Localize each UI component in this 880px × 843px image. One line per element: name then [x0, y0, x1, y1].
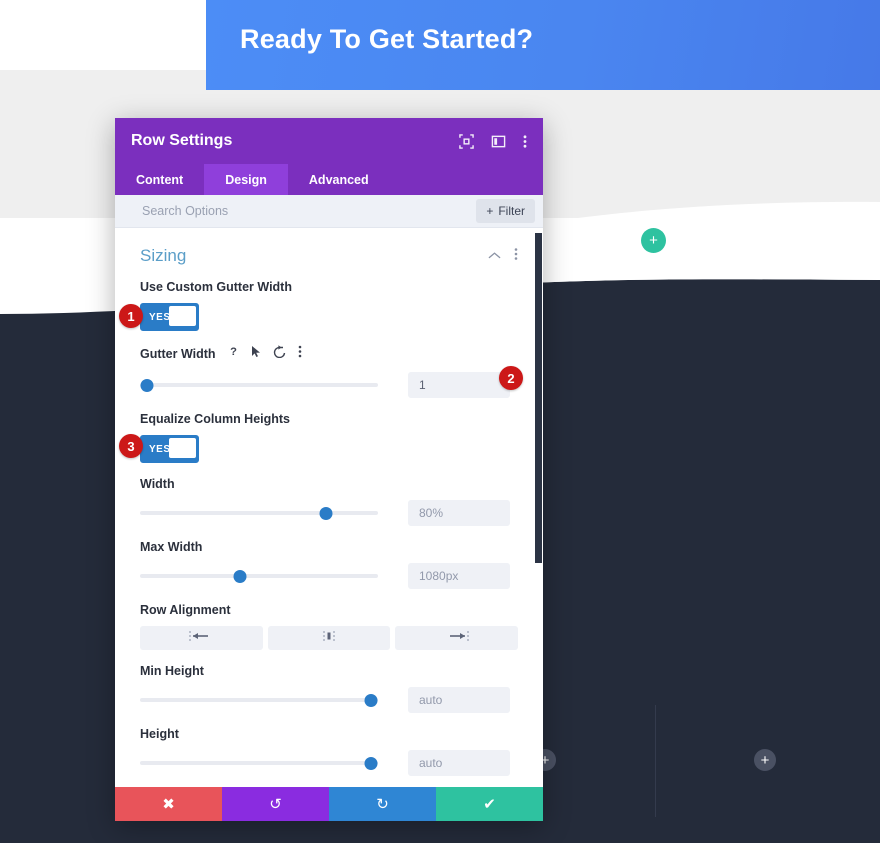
row-align-center-button[interactable] [267, 626, 391, 650]
reset-icon[interactable] [273, 345, 287, 363]
annotation-badge-1: 1 [119, 304, 143, 328]
modal-header: Row Settings [115, 118, 543, 164]
slider-track [140, 698, 378, 702]
align-left-icon [188, 629, 214, 647]
field-height: Height auto [140, 727, 518, 776]
close-icon: ✖ [162, 796, 175, 813]
toggle-state-label: YES [149, 443, 171, 455]
pointer-icon[interactable] [251, 345, 262, 363]
kebab-menu-icon[interactable] [298, 345, 302, 363]
field-label: Height [140, 727, 179, 741]
field-width: Width 80% [140, 477, 518, 526]
equalize-column-heights-toggle[interactable]: YES [140, 435, 199, 463]
align-right-icon [444, 629, 470, 647]
kebab-menu-icon[interactable] [514, 247, 518, 266]
panel-layout-icon[interactable] [491, 134, 506, 149]
min-height-value-input[interactable]: auto [408, 687, 510, 713]
tab-design[interactable]: Design [204, 164, 288, 195]
slider-track [140, 761, 378, 765]
slider-track [140, 383, 378, 387]
help-icon[interactable]: ? [227, 345, 240, 363]
toggle-state-label: YES [149, 311, 171, 323]
slider-knob[interactable] [140, 378, 154, 392]
field-row-alignment: Row Alignment [140, 603, 519, 650]
hero-banner: Ready To Get Started? [206, 0, 880, 90]
field-label: Use Custom Gutter Width [140, 280, 292, 294]
svg-text:?: ? [230, 346, 237, 358]
tab-advanced[interactable]: Advanced [288, 164, 390, 195]
use-custom-gutter-width-toggle[interactable]: YES [140, 303, 199, 331]
save-button[interactable]: ✔ [436, 787, 543, 821]
slider-knob[interactable] [319, 506, 333, 520]
field-label: Equalize Column Heights [140, 412, 291, 426]
modal-scrollbar-track[interactable] [534, 228, 543, 787]
slider-knob[interactable] [364, 693, 378, 707]
plus-icon: + [649, 232, 658, 249]
undo-icon: ↺ [269, 796, 282, 813]
annotation-badge-3: 3 [119, 434, 143, 458]
slider-knob[interactable] [233, 569, 247, 583]
row-settings-modal: Row Settings Content Design Advanced Sea… [115, 118, 543, 821]
column-divider [655, 705, 656, 817]
slider-track [140, 511, 378, 515]
search-input[interactable] [140, 203, 477, 219]
redo-button[interactable]: ↻ [329, 787, 436, 821]
min-height-slider[interactable] [140, 690, 378, 710]
field-min-height: Min Height auto [140, 664, 518, 713]
hero-title: Ready To Get Started? [240, 24, 534, 54]
add-module-green-button[interactable]: + [641, 228, 666, 253]
sizing-section-header[interactable]: Sizing [140, 246, 518, 266]
field-label: Width [140, 477, 175, 491]
row-align-left-button[interactable] [140, 626, 263, 650]
toggle-knob [169, 306, 196, 326]
filter-button[interactable]: + Filter [476, 199, 535, 223]
field-label: Gutter Width [140, 347, 216, 361]
slider-track [140, 574, 378, 578]
align-center-icon [316, 629, 342, 647]
max-width-slider[interactable] [140, 566, 378, 586]
redo-icon: ↻ [376, 796, 389, 813]
options-scroll-area: Sizing Use Custom Gutter Width YES Gutte… [115, 228, 543, 787]
field-label: Max Width [140, 540, 203, 554]
chevron-up-icon[interactable] [488, 247, 501, 265]
modal-title: Row Settings [131, 132, 233, 149]
plus-icon: + [760, 751, 770, 769]
width-value-input[interactable]: 80% [408, 500, 510, 526]
field-label: Min Height [140, 664, 204, 678]
check-icon: ✔ [483, 796, 496, 813]
expand-icon[interactable] [459, 133, 474, 149]
width-slider[interactable] [140, 503, 378, 523]
modal-header-actions [459, 133, 527, 149]
filter-button-label: Filter [498, 204, 525, 218]
kebab-menu-icon[interactable] [523, 134, 527, 149]
section-title: Sizing [140, 246, 187, 265]
section-header-actions [488, 247, 518, 266]
undo-button[interactable]: ↺ [222, 787, 329, 821]
add-module-gray-right-button[interactable]: + [754, 749, 776, 771]
plus-icon: + [486, 204, 494, 218]
gutter-width-slider[interactable] [140, 375, 378, 395]
field-equalize-column-heights: Equalize Column Heights YES [140, 412, 518, 463]
search-bar: + Filter [115, 195, 543, 228]
height-slider[interactable] [140, 753, 378, 773]
gutter-width-value-input[interactable]: 1 [408, 372, 510, 398]
modal-scrollbar-thumb[interactable] [535, 233, 542, 563]
tab-content[interactable]: Content [115, 164, 204, 195]
max-width-value-input[interactable]: 1080px [408, 563, 510, 589]
height-value-input[interactable]: auto [408, 750, 510, 776]
field-gutter-width: Gutter Width ? 1 [140, 345, 518, 398]
field-max-width: Max Width 1080px [140, 540, 518, 589]
modal-footer: ✖ ↺ ↻ ✔ [115, 787, 543, 821]
field-use-custom-gutter-width: Use Custom Gutter Width YES [140, 280, 518, 331]
slider-knob[interactable] [364, 756, 378, 770]
toggle-knob [169, 438, 196, 458]
modal-tabs: Content Design Advanced [115, 164, 543, 195]
discard-button[interactable]: ✖ [115, 787, 222, 821]
row-align-right-button[interactable] [395, 626, 519, 650]
field-label: Row Alignment [140, 603, 231, 617]
annotation-badge-2: 2 [499, 366, 523, 390]
